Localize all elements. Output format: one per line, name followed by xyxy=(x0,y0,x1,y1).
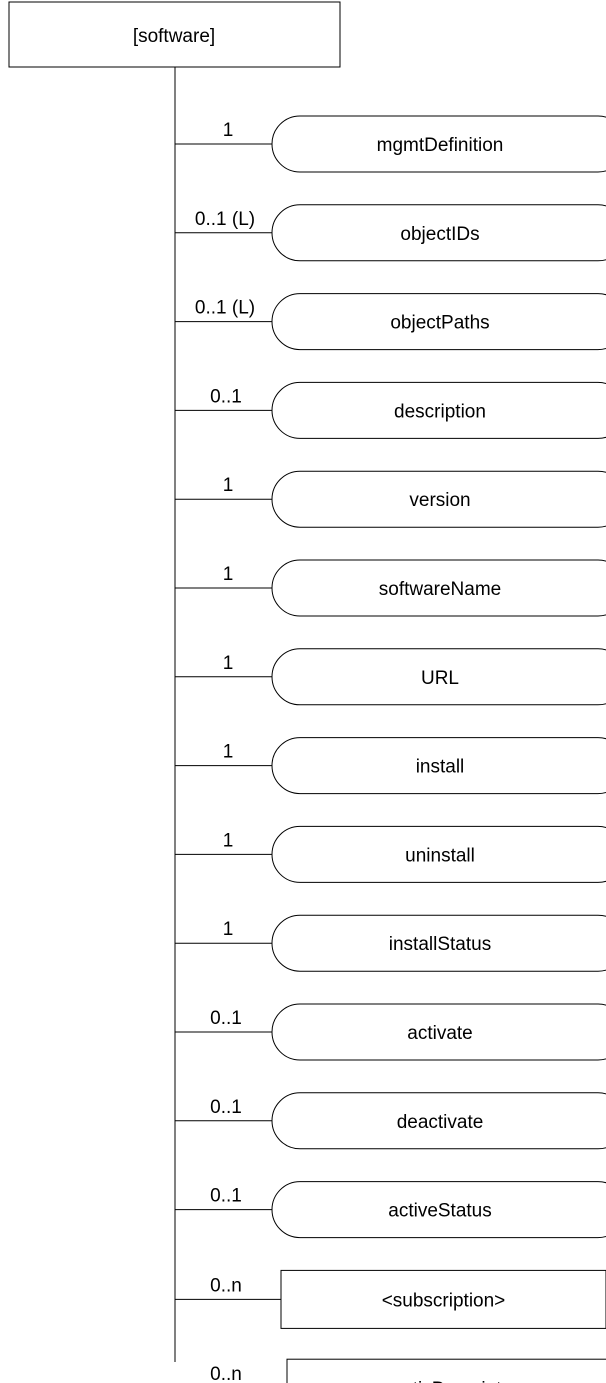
node-label: mgmtDefinition xyxy=(377,135,504,156)
child-node: install 1 xyxy=(175,737,606,795)
child-node: softwareName 1 xyxy=(175,559,606,617)
multiplicity-label: 0..1 (L) xyxy=(195,209,255,230)
node-label: install xyxy=(416,757,465,778)
root-label: [software] xyxy=(133,26,215,47)
node-label: activate xyxy=(407,1023,472,1044)
child-node: version 1 xyxy=(175,470,606,528)
multiplicity-label: 0..1 (L) xyxy=(195,298,255,319)
node-label: activeStatus xyxy=(388,1201,492,1222)
node-label: objectPaths xyxy=(390,313,489,334)
multiplicity-label: 0..n xyxy=(210,1275,242,1296)
child-node: activate 0..1 xyxy=(175,1003,606,1061)
multiplicity-label: 0..1 xyxy=(210,1097,242,1118)
root-node: [software] xyxy=(8,1,341,68)
child-node: mgmtDefinition 1 xyxy=(175,115,606,173)
child-node: objectIDs 0..1 (L) xyxy=(175,204,606,262)
child-node: description 0..1 xyxy=(175,381,606,439)
multiplicity-label: 1 xyxy=(223,564,234,585)
node-label: <semanticDescriptor> xyxy=(345,1379,530,1383)
multiplicity-label: 1 xyxy=(223,475,234,496)
node-label: softwareName xyxy=(379,579,502,600)
multiplicity-label: 1 xyxy=(223,653,234,674)
child-node: activeStatus 0..1 xyxy=(175,1181,606,1239)
child-node: <semanticDescriptor> 0..n xyxy=(210,1358,606,1383)
node-label: URL xyxy=(421,668,459,689)
multiplicity-label: 1 xyxy=(223,919,234,940)
multiplicity-label: 0..1 xyxy=(210,1186,242,1207)
node-label: uninstall xyxy=(405,845,475,866)
multiplicity-label: 0..1 xyxy=(210,1008,242,1029)
child-node: installStatus 1 xyxy=(175,914,606,972)
resource-tree-diagram: [software] mgmtDefinition 1 objectIDs 0..1 … xyxy=(8,1,606,1383)
multiplicity-label: 0..n xyxy=(210,1364,242,1383)
child-node: <subscription> 0..n xyxy=(175,1269,606,1329)
node-label: objectIDs xyxy=(400,224,479,245)
node-label: version xyxy=(409,490,470,511)
child-node: deactivate 0..1 xyxy=(175,1092,606,1150)
multiplicity-label: 1 xyxy=(223,830,234,851)
node-label: deactivate xyxy=(397,1112,484,1133)
multiplicity-label: 1 xyxy=(223,120,234,141)
node-label: description xyxy=(394,401,486,422)
node-label: installStatus xyxy=(389,934,491,955)
node-label: <subscription> xyxy=(382,1290,506,1311)
multiplicity-label: 0..1 xyxy=(210,386,242,407)
child-node: objectPaths 0..1 (L) xyxy=(175,293,606,351)
child-nodes: mgmtDefinition1objectIDs0..1 (L)objectPa… xyxy=(175,115,606,1383)
child-node: URL 1 xyxy=(175,648,606,706)
child-node: uninstall 1 xyxy=(175,825,606,883)
multiplicity-label: 1 xyxy=(223,742,234,763)
